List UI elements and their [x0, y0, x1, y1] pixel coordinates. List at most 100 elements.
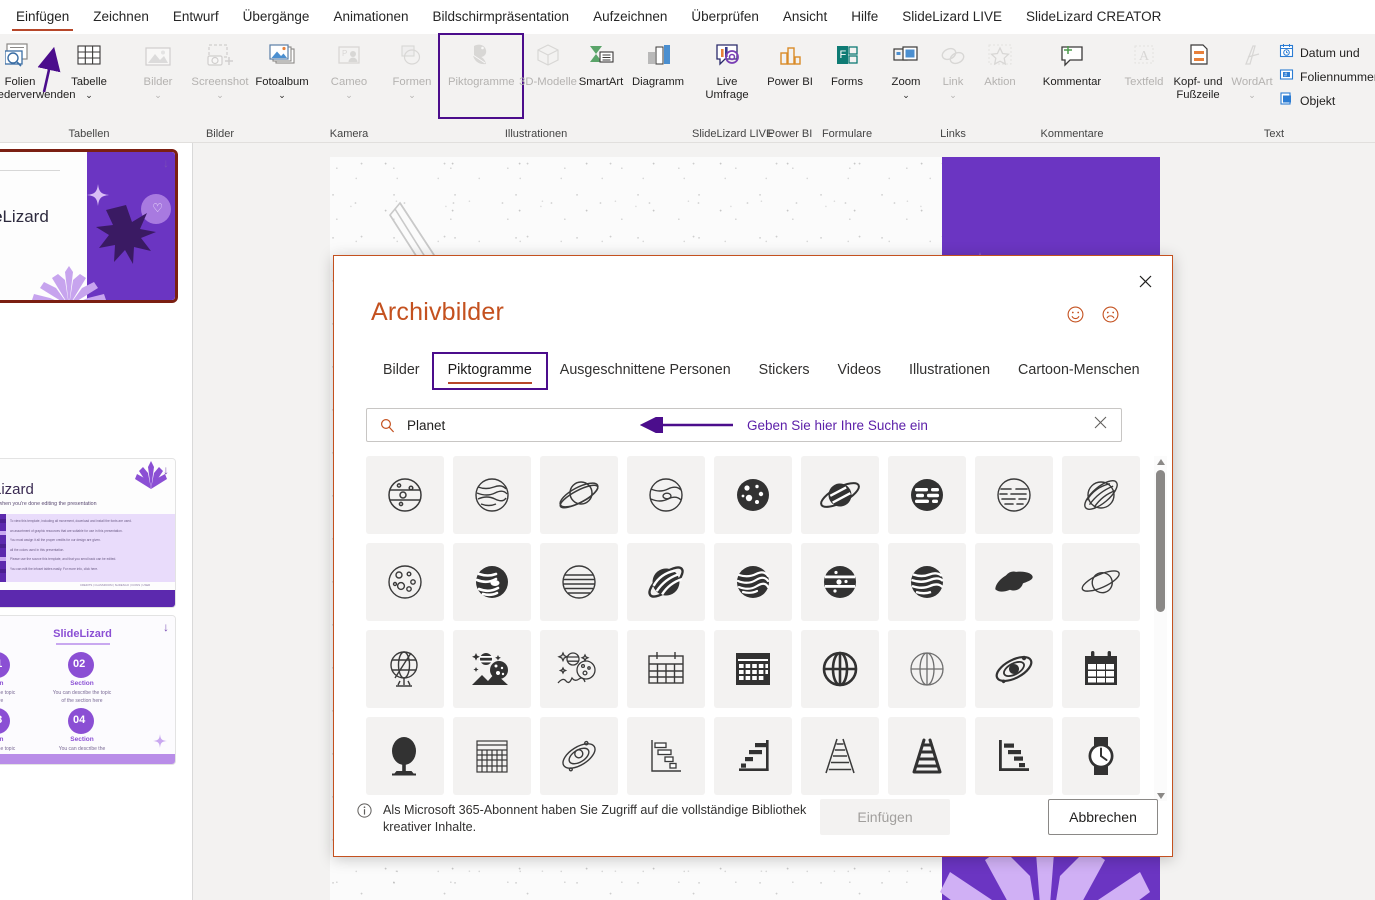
icon-cell[interactable] [888, 717, 966, 795]
slide-thumbnail-3[interactable]: SlideLizard 01 Section describe the topi… [0, 616, 175, 764]
dialog-tab-stickers[interactable]: Stickers [745, 354, 824, 388]
wordart-button[interactable]: WordArt ⌄ [1227, 34, 1277, 100]
icon-results-grid-wrapper[interactable] [366, 456, 1142, 801]
photo-album-button[interactable]: Fotoalbum ⌄ [251, 34, 313, 100]
icon-cell[interactable] [540, 630, 618, 708]
icon-cell[interactable] [888, 543, 966, 621]
icon-cell[interactable] [801, 543, 879, 621]
ribbon-tab-aufzeichnen[interactable]: Aufzeichnen [581, 3, 679, 31]
dialog-tab-illustrationen[interactable]: Illustrationen [895, 354, 1004, 388]
3d-models-button[interactable]: 3D-Modelle [519, 34, 577, 89]
chevron-down-icon[interactable]: ⌄ [1248, 90, 1256, 100]
ribbon-tab-slidelizard-creator[interactable]: SlideLizard CREATOR [1014, 3, 1173, 31]
icon-cell[interactable] [801, 456, 879, 534]
insert-button[interactable]: Einfügen [820, 799, 950, 835]
icon-cell[interactable] [975, 630, 1053, 708]
ribbon-tab-uebergaenge[interactable]: Übergänge [231, 3, 322, 31]
live-poll-button[interactable]: Live Umfrage [694, 34, 760, 101]
icon-cell[interactable] [366, 543, 444, 621]
ribbon-tab-slidelizard-live[interactable]: SlideLizard LIVE [890, 3, 1014, 31]
icon-cell[interactable] [453, 630, 531, 708]
ribbon-tab-hilfe[interactable]: Hilfe [839, 3, 890, 31]
chevron-down-icon[interactable]: ⌄ [408, 90, 416, 100]
icon-cell[interactable] [453, 543, 531, 621]
clear-icon[interactable] [1094, 416, 1107, 434]
ribbon-tab-bildschirmpraesentation[interactable]: Bildschirmpräsentation [421, 3, 582, 31]
chevron-down-icon[interactable]: ⌄ [345, 90, 353, 100]
icon-cell[interactable] [1062, 630, 1140, 708]
slide-thumbnail-1[interactable]: eLizard ♡ ↓ [0, 152, 175, 300]
icon-cell[interactable] [366, 456, 444, 534]
search-bar[interactable]: Planet Geben Sie hier Ihre Suche ein [366, 408, 1122, 442]
forms-button[interactable]: F Forms [820, 34, 874, 89]
icon-cell[interactable] [888, 630, 966, 708]
slide-thumbnail-2[interactable]: Lizard de when you're done editing the p… [0, 459, 175, 607]
scroll-up-arrow-icon[interactable] [1155, 456, 1166, 467]
text-box-button[interactable]: A Textfeld [1119, 34, 1169, 89]
dialog-tab-cartoon-menschen[interactable]: Cartoon-Menschen [1004, 354, 1154, 388]
cameo-button[interactable]: P Cameo ⌄ [318, 34, 380, 100]
icon-cell[interactable] [627, 456, 705, 534]
screenshot-button[interactable]: Screenshot ⌄ [189, 34, 251, 100]
icon-cell[interactable] [1062, 717, 1140, 795]
header-footer-button[interactable]: Kopf- und Fußzeile [1169, 34, 1227, 101]
chart-button[interactable]: Diagramm [629, 34, 687, 89]
shapes-button[interactable]: Formen ⌄ [385, 34, 439, 100]
icon-cell[interactable] [627, 543, 705, 621]
search-input[interactable]: Planet [407, 418, 445, 433]
happy-face-icon[interactable] [1067, 306, 1084, 328]
icon-cell[interactable] [888, 456, 966, 534]
ribbon-tab-ansicht[interactable]: Ansicht [771, 3, 839, 31]
reuse-slides-button[interactable]: Folien wiederverwenden [0, 34, 76, 101]
link-button[interactable]: Link ⌄ [931, 34, 975, 100]
dialog-close-button[interactable] [1132, 268, 1158, 294]
icon-cell[interactable] [540, 717, 618, 795]
icon-cell[interactable] [714, 630, 792, 708]
comment-button[interactable]: Kommentar [1032, 34, 1112, 89]
icon-cell[interactable] [714, 717, 792, 795]
action-button[interactable]: Aktion [975, 34, 1025, 89]
pictures-button[interactable]: Bilder ⌄ [127, 34, 189, 100]
icon-cell[interactable] [453, 717, 531, 795]
icon-cell[interactable] [1062, 456, 1140, 534]
ribbon-tab-entwurf[interactable]: Entwurf [161, 3, 231, 31]
icon-cell[interactable] [627, 630, 705, 708]
chevron-down-icon[interactable]: ⌄ [154, 90, 162, 100]
results-scrollbar[interactable] [1154, 456, 1167, 801]
dialog-tab-piktogramme[interactable]: Piktogramme [432, 352, 548, 390]
chevron-down-icon[interactable]: ⌄ [278, 90, 286, 100]
icon-cell[interactable] [453, 456, 531, 534]
icon-cell[interactable] [366, 717, 444, 795]
slide-thumbnail-pane[interactable]: eLizard ♡ ↓ Lizard de when you're done e… [0, 143, 193, 900]
icon-cell[interactable] [975, 543, 1053, 621]
icon-cell[interactable] [540, 543, 618, 621]
ribbon-tab-ueberpruefen[interactable]: Überprüfen [679, 3, 771, 31]
power-bi-button[interactable]: Power BI [764, 34, 816, 89]
chevron-down-icon[interactable]: ⌄ [216, 90, 224, 100]
icon-cell[interactable] [714, 543, 792, 621]
icons-button[interactable]: Piktogramme [438, 33, 524, 119]
dialog-tab-ausgeschnittene-personen[interactable]: Ausgeschnittene Personen [546, 354, 745, 388]
cancel-button[interactable]: Abbrechen [1048, 799, 1158, 835]
table-button[interactable]: Tabelle ⌄ [58, 34, 120, 100]
dialog-tab-videos[interactable]: Videos [824, 354, 895, 388]
chevron-down-icon[interactable]: ⌄ [902, 90, 910, 100]
icon-cell[interactable] [975, 717, 1053, 795]
dialog-tab-bilder[interactable]: Bilder [369, 354, 434, 388]
icon-cell[interactable] [627, 717, 705, 795]
icon-cell[interactable] [801, 630, 879, 708]
icon-cell[interactable] [540, 456, 618, 534]
date-time-row[interactable]: Datum und [1277, 41, 1375, 65]
ribbon-tab-einfuegen[interactable]: Einfügen [4, 3, 81, 31]
object-row[interactable]: Objekt [1277, 89, 1375, 113]
scrollbar-thumb[interactable] [1156, 470, 1165, 612]
chevron-down-icon[interactable]: ⌄ [85, 90, 93, 100]
icon-cell[interactable] [975, 456, 1053, 534]
ribbon-tab-zeichnen[interactable]: Zeichnen [81, 3, 161, 31]
icon-cell[interactable] [714, 456, 792, 534]
ribbon-tab-animationen[interactable]: Animationen [321, 3, 420, 31]
chevron-down-icon[interactable]: ⌄ [949, 90, 957, 100]
icon-cell[interactable] [801, 717, 879, 795]
smartart-button[interactable]: SmartArt [573, 34, 629, 89]
slide-number-row[interactable]: # Foliennummer [1277, 65, 1375, 89]
